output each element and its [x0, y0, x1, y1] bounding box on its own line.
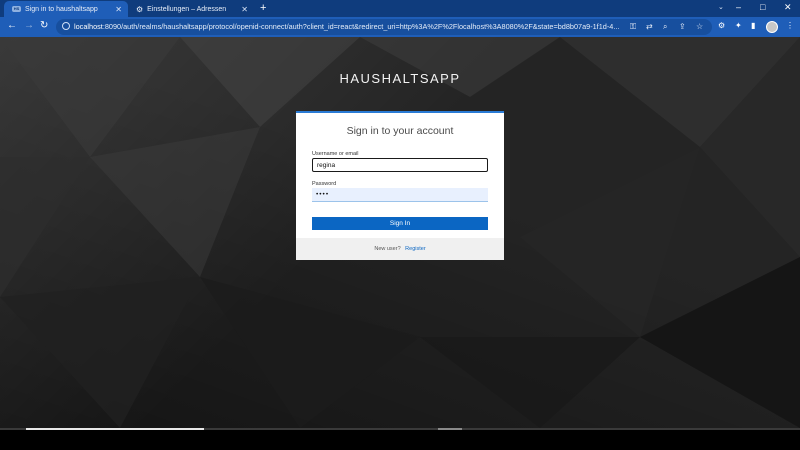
url-path: :8090/auth/realms/haushaltsapp/protocol/…	[102, 22, 620, 31]
card-title: Sign in to your account	[346, 125, 454, 137]
close-tab-icon[interactable]: ✕	[241, 5, 248, 14]
tab-einstellungen[interactable]: ⚙ Einstellungen – Adressen ✕	[130, 1, 254, 17]
login-page: HAUSHALTSAPP Sign in to your account Use…	[0, 37, 800, 428]
register-link[interactable]: Register	[405, 246, 425, 252]
url-host: localhost	[74, 22, 103, 31]
sign-in-button[interactable]: Sign In	[312, 217, 488, 230]
username-label: Username or email	[312, 151, 359, 157]
realm-title: HAUSHALTSAPP	[339, 71, 461, 86]
key-icon[interactable]: ⚿	[630, 22, 636, 32]
taskbar-indicator	[438, 428, 462, 430]
side-panel-icon[interactable]: ▮	[751, 21, 755, 30]
tab-search-icon[interactable]: ⌄	[718, 3, 724, 11]
address-bar[interactable]: localhost:8090/auth/realms/haushaltsapp/…	[56, 19, 712, 35]
username-field[interactable]: regina	[312, 158, 488, 172]
reload-button[interactable]: ↻	[40, 20, 48, 31]
site-info-icon[interactable]	[62, 22, 70, 30]
maximize-button[interactable]: □	[760, 2, 765, 12]
tab-label: Sign in to haushaltsapp	[25, 5, 98, 13]
browser-menu-icon[interactable]: ⋮	[786, 21, 794, 30]
url-text[interactable]: localhost:8090/auth/realms/haushaltsapp/…	[74, 22, 620, 31]
profile-avatar[interactable]	[766, 21, 778, 33]
puzzle-extensions-icon[interactable]: ✦	[735, 21, 742, 30]
extension-icon[interactable]: ⚙	[718, 21, 725, 30]
tab-label: Einstellungen – Adressen	[147, 5, 227, 13]
card-footer: New user? Register	[296, 238, 504, 260]
password-field[interactable]: ••••	[312, 188, 488, 202]
back-button[interactable]: ←	[7, 20, 17, 31]
browser-toolbar: ← → ↻ localhost:8090/auth/realms/haushal…	[0, 17, 800, 37]
new-tab-button[interactable]: +	[260, 2, 266, 14]
gear-icon: ⚙	[136, 4, 144, 14]
new-user-text: New user?	[374, 246, 401, 252]
app-favicon-icon: HS	[12, 6, 21, 12]
close-tab-icon[interactable]: ✕	[115, 5, 122, 14]
translate-icon[interactable]: ⇄	[646, 22, 653, 31]
password-label: Password	[312, 181, 337, 187]
minimize-button[interactable]: –	[736, 2, 741, 12]
taskbar	[0, 428, 800, 450]
taskbar-active-indicator	[26, 428, 204, 430]
share-icon[interactable]: ⇪	[679, 22, 686, 31]
bookmark-star-icon[interactable]: ☆	[696, 22, 703, 31]
zoom-icon[interactable]: ⌕	[663, 22, 667, 32]
forward-button[interactable]: →	[24, 20, 34, 31]
browser-tab-bar: HS Sign in to haushaltsapp ✕ ⚙ Einstellu…	[0, 0, 800, 17]
tab-sign-in[interactable]: HS Sign in to haushaltsapp ✕	[4, 1, 128, 17]
login-card: Sign in to your account Username or emai…	[296, 111, 504, 260]
close-window-button[interactable]: ✕	[784, 2, 792, 13]
